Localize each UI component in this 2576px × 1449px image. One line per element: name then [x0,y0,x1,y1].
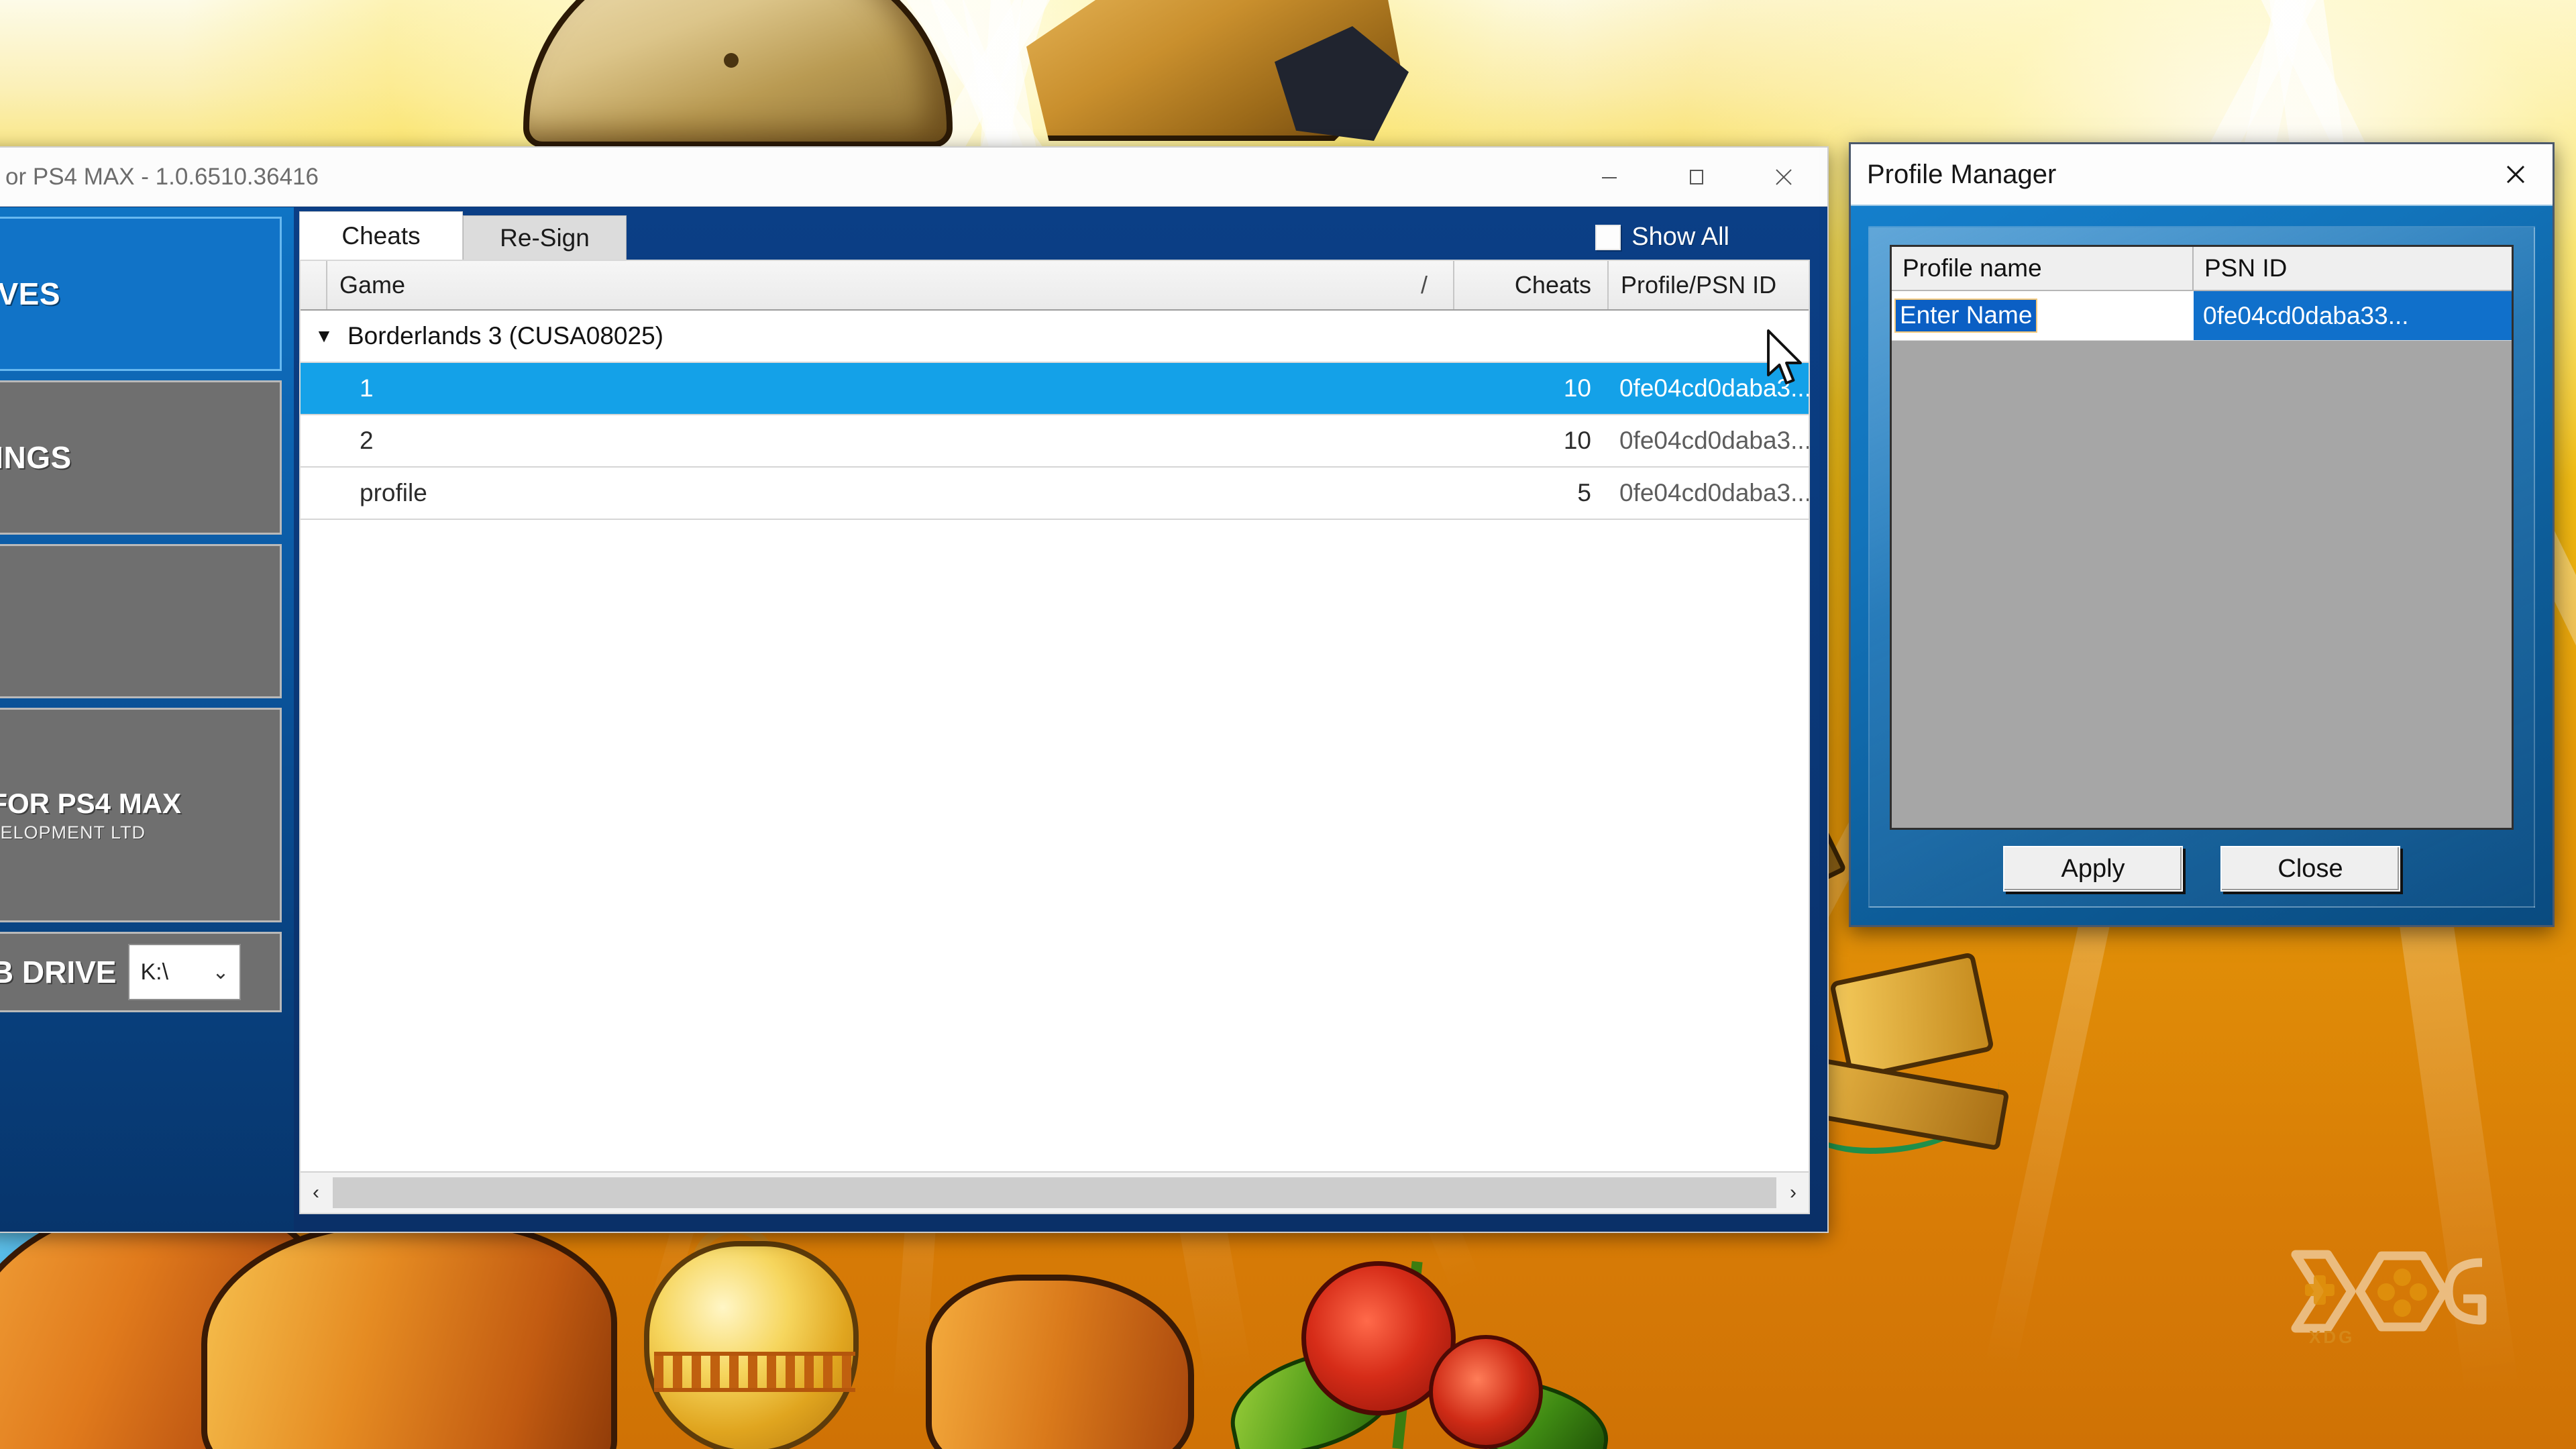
usb-drive-row: USB DRIVE K:\ ⌄ [0,932,282,1012]
grid-column-label: Profile/PSN ID [1621,271,1777,299]
table-row[interactable]: 2 10 0fe04cd0daba3... [301,415,1809,468]
grid-column-profile-psn-id[interactable]: Profile/PSN ID [1607,261,1809,309]
show-all-checkbox-group[interactable]: Show All [1595,223,1729,252]
usb-drive-select[interactable]: K:\ ⌄ [128,944,241,1000]
row-name: 1 [360,374,374,402]
grid-column-label: Game [339,271,406,299]
tab-label: Cheats [341,221,421,250]
close-button[interactable] [1740,148,1827,206]
close-button-label: Close [2277,854,2343,883]
sidebar-item-help[interactable]: LP [0,544,282,698]
grid-header-row: Game / Cheats Profile/PSN ID [301,261,1809,311]
table-row[interactable]: profile 5 0fe04cd0daba3... [301,468,1809,520]
show-all-checkbox[interactable] [1595,224,1621,250]
apply-button[interactable]: Apply [2003,846,2183,892]
apply-button-label: Apply [2061,854,2125,883]
grid-column-game[interactable]: Game / [326,261,1453,309]
profile-list-column-psn-id[interactable]: PSN ID [2194,247,2512,290]
profile-list-header: Profile name PSN ID [1892,247,2512,291]
profile-name-input[interactable]: Enter Name [1894,299,2038,333]
table-row[interactable]: 1 10 0fe04cd0daba3... [301,363,1809,415]
tab-cheats[interactable]: Cheats [299,211,463,260]
artwork-helmet [523,0,953,148]
maximize-button[interactable] [1653,148,1740,206]
titlebar[interactable]: or PS4 MAX - 1.0.6510.36416 [0,148,1827,207]
tab-resign[interactable]: Re-Sign [463,215,627,260]
profile-manager-dialog: Profile Manager Profile name PSN ID Ente… [1849,142,2555,927]
row-name: 2 [360,427,374,454]
sidebar: SAVES TTINGS LP RD FOR PS4 MAX R DEVELOP… [0,207,294,1232]
profile-name-cell[interactable]: Enter Name [1892,291,2194,340]
scroll-left-arrow-icon[interactable]: ‹ [301,1181,331,1204]
artwork-hand [926,1275,1194,1449]
usb-drive-value: K:\ [140,959,169,985]
row-name: profile [360,479,427,506]
profile-psn-id-cell[interactable]: 0fe04cd0daba33... [2194,291,2512,340]
usb-drive-label: USB DRIVE [0,955,117,989]
row-cheats-count: 10 [1563,427,1591,454]
sort-indicator: / [1420,271,1428,299]
window-title: or PS4 MAX - 1.0.6510.36416 [5,163,319,190]
expand-collapse-icon[interactable]: ▼ [301,325,347,347]
xdg-watermark-logo: XDG [2291,1250,2487,1347]
grid-header-spacer [301,261,326,309]
profile-list-empty-area [1892,341,2512,828]
grid-column-label: Cheats [1514,271,1591,299]
scrollbar-thumb[interactable] [333,1177,1776,1208]
row-psn-id: 0fe04cd0daba3... [1619,479,1810,506]
sidebar-item-settings[interactable]: TTINGS [0,380,282,535]
artwork-sleeve [201,1221,617,1449]
brand-title: RD FOR PS4 MAX [0,787,182,819]
row-cheats-count: 5 [1577,479,1591,506]
tab-label: Re-Sign [500,223,590,252]
profile-list[interactable]: Profile name PSN ID Enter Name 0fe04cd0d… [1890,245,2514,830]
sidebar-item-label: TTINGS [0,440,72,475]
brand-subtitle: R DEVELOPMENT LTD [0,822,146,843]
minimize-button[interactable] [1566,148,1653,206]
profile-manager-buttons: Apply Close [1890,830,2514,894]
sidebar-brand-panel: RD FOR PS4 MAX R DEVELOPMENT LTD [0,708,282,922]
close-icon[interactable] [2479,144,2553,205]
chevron-down-icon: ⌄ [212,961,229,983]
sidebar-item-saves[interactable]: SAVES [0,217,282,371]
profile-manager-titlebar[interactable]: Profile Manager [1851,144,2553,206]
column-label: Profile name [1902,254,2042,282]
main-application-window: or PS4 MAX - 1.0.6510.36416 SAVES TTINGS… [0,146,1829,1233]
row-cheats-count: 10 [1563,374,1591,402]
horizontal-scrollbar[interactable]: ‹ › [301,1171,1809,1213]
profile-manager-body: Profile name PSN ID Enter Name 0fe04cd0d… [1868,226,2535,908]
row-psn-id: 0fe04cd0daba3... [1619,374,1810,402]
content-panel: Cheats Re-Sign Show All Game / Cheats Pr… [294,207,1827,1232]
profile-list-column-name[interactable]: Profile name [1892,247,2194,290]
watermark-text: XDG [2309,1327,2355,1347]
close-button[interactable]: Close [2220,846,2400,892]
tabstrip: Cheats Re-Sign Show All [294,207,1810,260]
artwork-grenade-coil [654,1352,855,1392]
profile-manager-title: Profile Manager [1867,159,2057,189]
artwork-rose-2 [1429,1335,1543,1449]
show-all-label: Show All [1631,223,1729,251]
grid-group-row[interactable]: ▼ Borderlands 3 (CUSA08025) [301,311,1809,363]
artwork-grenade [644,1241,859,1449]
sidebar-item-label: SAVES [0,276,61,311]
grid-column-cheats[interactable]: Cheats [1453,261,1607,309]
list-item[interactable]: Enter Name 0fe04cd0daba33... [1892,291,2512,341]
grid-empty-area [301,520,1809,1171]
scroll-right-arrow-icon[interactable]: › [1778,1181,1809,1204]
grid-group-label: Borderlands 3 (CUSA08025) [347,322,663,350]
profile-psn-id-value: 0fe04cd0daba33... [2203,301,2409,329]
saves-grid: Game / Cheats Profile/PSN ID ▼ Borderlan… [299,260,1810,1214]
row-psn-id: 0fe04cd0daba3... [1619,427,1810,454]
column-label: PSN ID [2204,254,2288,282]
